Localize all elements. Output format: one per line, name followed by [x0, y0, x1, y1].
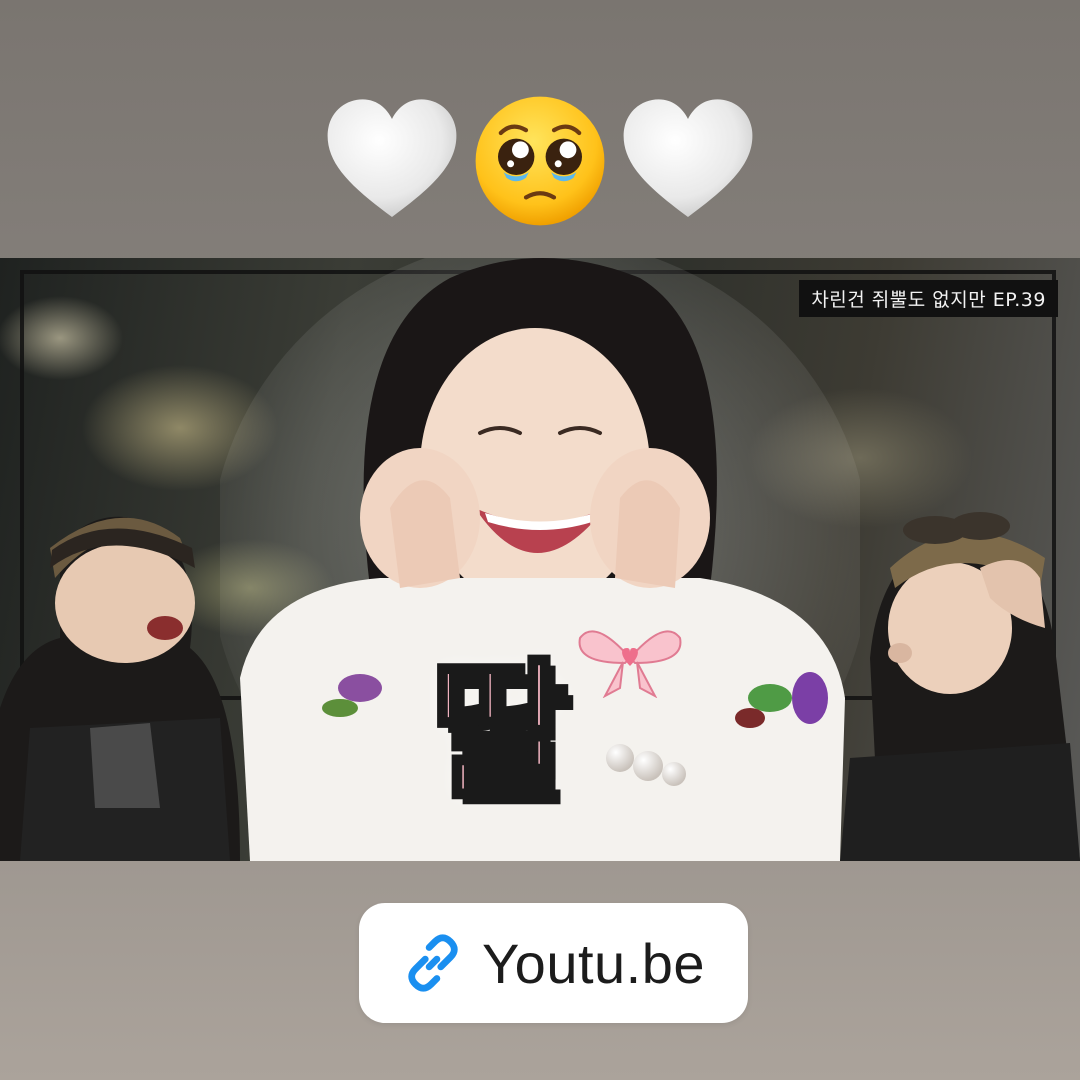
thumbnail-title-text: 딸 — [427, 646, 571, 820]
link-icon — [408, 934, 458, 992]
video-thumbnail[interactable]: 딸 차린건 쥐뿔도 없지만 EP.39 — [0, 258, 1080, 861]
pleading-face-icon — [475, 96, 605, 225]
left-person-image — [0, 516, 240, 861]
emoji-sticker-row — [0, 88, 1080, 233]
white-heart-icon — [623, 98, 753, 217]
pearl-decoration-icon — [606, 744, 686, 786]
white-heart-icon — [327, 98, 457, 217]
pink-bow-icon — [578, 630, 682, 698]
episode-tag: 차린건 쥐뿔도 없지만 EP.39 — [799, 280, 1058, 317]
link-sticker[interactable]: Youtu.be — [359, 903, 748, 1023]
link-label: Youtu.be — [481, 931, 706, 995]
story-canvas: 딸 차린건 쥐뿔도 없지만 EP.39 Youtu.be — [0, 0, 1080, 1080]
right-person-image — [840, 512, 1080, 861]
